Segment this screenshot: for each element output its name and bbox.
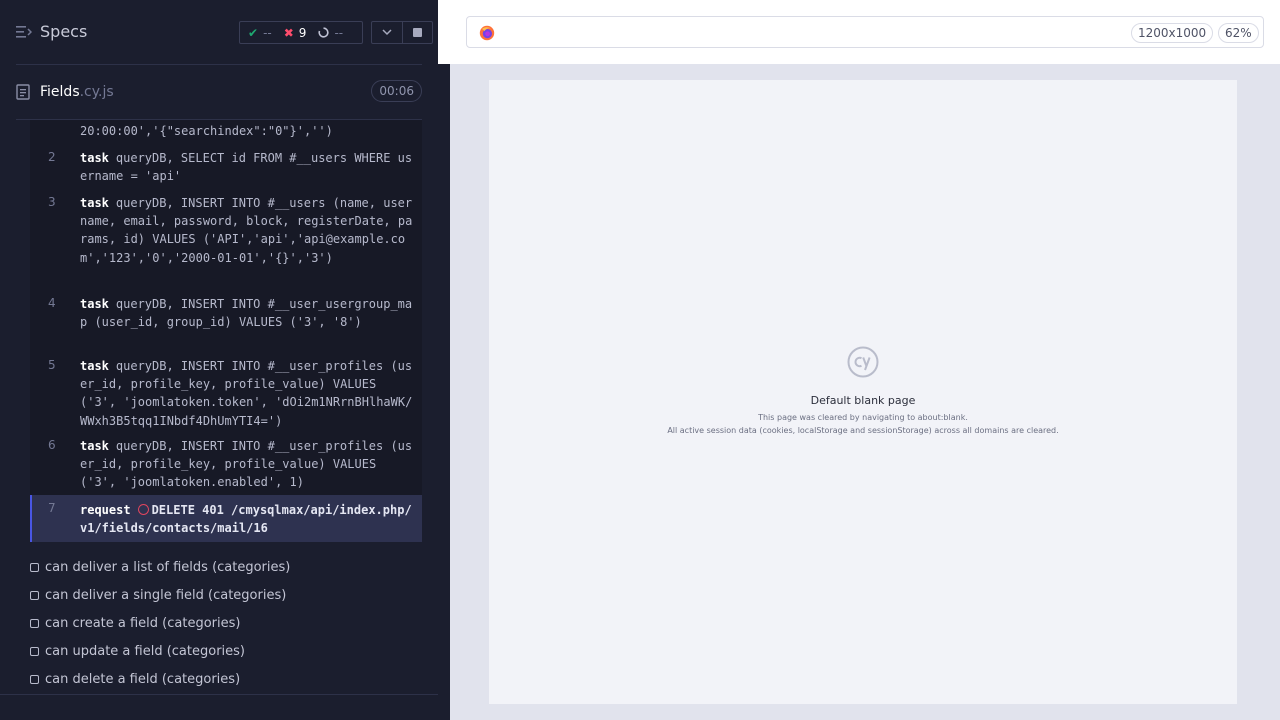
run-duration: 00:06 <box>371 80 422 102</box>
blank-page-title: Default blank page <box>810 394 916 407</box>
command-row[interactable]: 20:00:00','{"searchindex":"0"}','') <box>30 120 422 142</box>
chevron-down-icon <box>382 29 392 36</box>
command-content: task queryDB, INSERT INTO #__user_profile… <box>80 357 418 430</box>
error-circle-icon <box>137 504 149 515</box>
x-icon: ✖ <box>283 25 294 40</box>
checkbox-icon <box>30 646 39 656</box>
test-item[interactable]: can create a field (categories) <box>30 613 240 633</box>
spec-file-header: Fields .cy.js 00:06 <box>16 80 422 104</box>
divider <box>0 694 438 695</box>
url-bar[interactable]: 1200x1000 62% <box>466 16 1264 48</box>
reporter-panel: Specs ✔ -- ✖ 9 -- Fields .cy.js 00:06 20… <box>0 0 438 720</box>
aut-iframe: Default blank page This page was cleared… <box>489 80 1237 704</box>
command-log: 20:00:00','{"searchindex":"0"}','') 2 ta… <box>30 120 422 542</box>
command-number: 7 <box>48 501 56 515</box>
checkbox-icon <box>30 618 39 628</box>
test-title: can delete a field (categories) <box>45 671 241 687</box>
stop-icon <box>412 28 422 37</box>
passed-stat: ✔ -- <box>248 26 272 40</box>
test-title: can update a field (categories) <box>45 643 245 659</box>
checkbox-icon <box>30 562 39 572</box>
test-title: can create a field (categories) <box>45 615 241 631</box>
test-item[interactable]: can update a field (categories) <box>30 641 245 661</box>
test-stats: ✔ -- ✖ 9 -- <box>239 21 363 44</box>
blank-page-message: This page was cleared by navigating to a… <box>758 413 968 422</box>
command-number: 3 <box>48 195 56 209</box>
failed-stat: ✖ 9 <box>284 26 307 40</box>
command-content: task queryDB, INSERT INTO #__users (name,… <box>80 194 418 267</box>
spec-file-ext: .cy.js <box>79 84 114 100</box>
command-message: queryDB, INSERT INTO #__users (name, use… <box>80 196 413 265</box>
file-icon <box>16 84 30 100</box>
command-name: task <box>80 297 109 311</box>
command-content: request DELETE 401 /cmysqlmax/api/index.p… <box>80 501 418 537</box>
command-name: task <box>80 151 109 165</box>
command-message: queryDB, INSERT INTO #__user_profiles (u… <box>80 359 413 428</box>
command-number: 5 <box>48 358 56 372</box>
spinner-icon <box>318 27 330 38</box>
command-message: queryDB, INSERT INTO #__user_usergroup_m… <box>80 297 413 330</box>
check-icon: ✔ <box>248 25 259 40</box>
toggle-auto-scroll-button[interactable] <box>372 22 402 43</box>
command-name: request <box>80 503 131 517</box>
command-row[interactable]: 2 task queryDB, SELECT id FROM #__users W… <box>30 148 422 188</box>
command-row[interactable]: 3 task queryDB, INSERT INTO #__users (nam… <box>30 193 422 288</box>
run-controls <box>371 21 433 44</box>
command-content: task queryDB, INSERT INTO #__user_profile… <box>80 437 418 492</box>
command-name: task <box>80 359 109 373</box>
command-row[interactable]: 6 task queryDB, INSERT INTO #__user_profi… <box>30 436 422 494</box>
command-row[interactable]: 4 task queryDB, INSERT INTO #__user_userg… <box>30 294 422 352</box>
aut-header: 1200x1000 62% <box>450 0 1280 64</box>
blank-page-message: All active session data (cookies, localS… <box>667 426 1059 435</box>
checkbox-icon <box>30 590 39 600</box>
test-item[interactable]: can delete a field (categories) <box>30 669 240 689</box>
cypress-logo-icon <box>847 346 879 378</box>
firefox-icon <box>479 25 495 41</box>
command-row[interactable]: 5 task queryDB, INSERT INTO #__user_profi… <box>30 356 422 432</box>
command-message: queryDB, INSERT INTO #__user_profiles (u… <box>80 439 413 490</box>
test-title: can deliver a list of fields (categories… <box>45 559 291 575</box>
viewport-size-badge[interactable]: 1200x1000 <box>1131 23 1214 43</box>
command-name: task <box>80 196 109 210</box>
command-content: task queryDB, INSERT INTO #__user_usergro… <box>80 295 418 331</box>
test-title: can deliver a single field (categories) <box>45 587 287 603</box>
test-item[interactable]: can deliver a list of fields (categories… <box>30 557 290 577</box>
divider <box>16 64 422 65</box>
command-message: queryDB, SELECT id FROM #__users WHERE u… <box>80 151 413 184</box>
test-item[interactable]: can deliver a single field (categories) <box>30 585 286 605</box>
failed-count: 9 <box>298 25 307 40</box>
command-name: task <box>80 439 109 453</box>
passed-count: -- <box>263 25 272 40</box>
zoom-badge[interactable]: 62% <box>1218 23 1259 43</box>
reporter-header: Specs ✔ -- ✖ 9 -- <box>0 0 438 64</box>
pending-count: -- <box>334 25 344 40</box>
pending-stat: -- <box>318 26 343 40</box>
command-content: task queryDB, SELECT id FROM #__users WHE… <box>80 149 418 185</box>
command-message: 20:00:00','{"searchindex":"0"}','') <box>80 124 333 138</box>
command-number: 4 <box>48 296 56 310</box>
command-row-active[interactable]: 7 request DELETE 401 /cmysqlmax/api/index… <box>30 495 422 542</box>
reporter-scrollbar[interactable] <box>438 64 450 720</box>
checkbox-icon <box>30 674 39 684</box>
specs-button[interactable]: Specs <box>16 22 87 41</box>
command-number: 6 <box>48 438 56 452</box>
command-number: 2 <box>48 150 56 164</box>
app-under-test-panel: 1200x1000 62% Default blank page This pa… <box>450 0 1280 720</box>
spec-file-name: Fields <box>40 84 80 100</box>
menu-icon <box>16 25 32 38</box>
specs-label: Specs <box>40 22 88 41</box>
stop-button[interactable] <box>401 22 432 43</box>
